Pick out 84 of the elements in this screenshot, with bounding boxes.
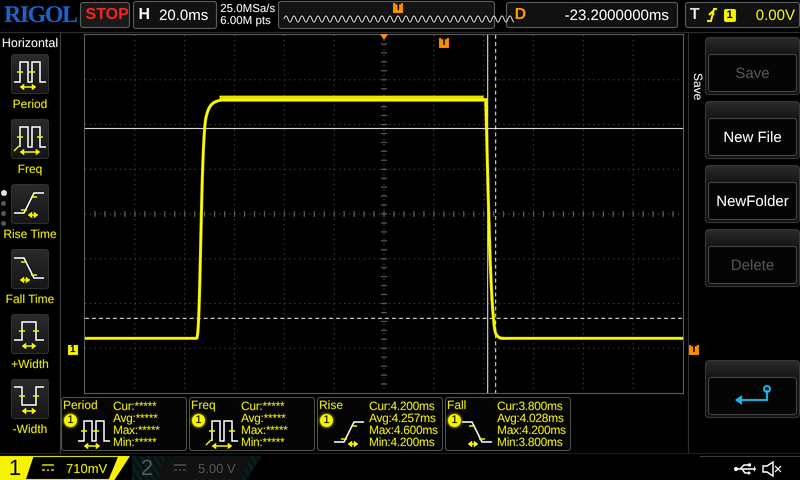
usb-icon: [734, 462, 756, 474]
measure-label: Rise Time: [3, 227, 57, 242]
measure-label: Period: [12, 97, 48, 112]
measure-button[interactable]: [11, 184, 49, 224]
return-arrow-icon: [732, 385, 772, 408]
stat-value: 4.200ms: [390, 436, 434, 448]
stat-value: *****: [262, 436, 284, 448]
stat-value: 4.600ms: [394, 424, 438, 436]
stat-value: *****: [134, 400, 156, 412]
measure-label: Freq: [18, 162, 42, 176]
measure-button[interactable]: [11, 54, 49, 94]
stat-label: Max:: [497, 424, 522, 436]
channel-scale: 710mV: [66, 460, 108, 476]
channel-marker: 1: [68, 345, 78, 356]
stat-label: Min:: [113, 436, 134, 448]
trigger-top-marker: T: [439, 38, 450, 48]
stat-value: 4.028ms: [520, 412, 564, 424]
softkey-button[interactable]: NewFolder: [708, 182, 797, 220]
measurement-name: Period: [63, 398, 99, 414]
stat-label: Min:: [497, 436, 518, 448]
stat-value: *****: [262, 400, 284, 412]
dc-coupling-icon: [42, 464, 54, 472]
channel-tab[interactable]: 1 710mV: [0, 456, 130, 480]
channel-tab[interactable]: 2 5.00 V: [132, 456, 262, 480]
trigger-position-marker: T: [393, 3, 404, 14]
menu-title: Save: [690, 73, 705, 101]
stat-value: 4.200ms: [522, 424, 566, 436]
speaker-muted-icon: [762, 460, 782, 476]
stat-value: 3.800ms: [518, 436, 562, 448]
delay-label: D: [514, 6, 528, 24]
stat-label: Min:: [369, 436, 390, 448]
trigger-position-icon: [380, 34, 388, 40]
measurement-name: Freq: [191, 398, 217, 414]
stat-label: Avg:: [241, 412, 264, 424]
trigger-level-marker: T: [688, 345, 699, 356]
stat-value: 4.257ms: [392, 412, 436, 424]
dc-coupling-icon: [174, 464, 186, 472]
stat-value: *****: [134, 436, 156, 448]
stat-label: Min:: [241, 436, 262, 448]
stat-label: Avg:: [369, 412, 392, 424]
stat-label: Cur:: [497, 400, 518, 412]
stat-label: Avg:: [113, 412, 136, 424]
measure-button[interactable]: [11, 314, 49, 354]
stat-value: 3.800ms: [518, 400, 562, 412]
stat-label: Max:: [241, 424, 266, 436]
channel-badge: 1: [192, 414, 205, 428]
memory-depth: 6.00M pts: [220, 15, 272, 28]
stat-label: Cur:: [241, 400, 262, 412]
return-button[interactable]: [708, 377, 797, 416]
stat-label: Avg:: [497, 412, 520, 424]
trigger-level: 0.00V: [756, 6, 795, 24]
stat-value: *****: [264, 412, 286, 424]
trigger-label: T: [690, 6, 700, 24]
measure-button[interactable]: [11, 379, 49, 420]
channel-number: 1: [8, 455, 22, 480]
run-status[interactable]: STOP: [80, 2, 130, 28]
menu-title: Horizontal: [2, 36, 58, 50]
measure-button[interactable]: [11, 249, 49, 290]
stat-label: Cur:: [113, 400, 134, 412]
stat-value: 4.200ms: [390, 400, 434, 412]
rising-edge-icon: [706, 7, 718, 24]
measure-label: +Width: [11, 357, 49, 372]
trigger-source-badge: 1: [724, 8, 736, 22]
stat-value: *****: [136, 412, 158, 424]
stat-value: *****: [266, 424, 288, 436]
stat-label: Max:: [113, 424, 138, 436]
channel-badge: 1: [448, 414, 461, 428]
measure-label: Fall Time: [6, 292, 54, 306]
timebase-value: 20.0ms: [159, 6, 208, 24]
measure-label: -Width: [12, 422, 48, 436]
channel-badge: 1: [64, 414, 77, 428]
measurement-name: Fall: [447, 398, 468, 414]
channel-scale: 5.00 V: [198, 460, 236, 476]
channel-number: 2: [140, 455, 154, 480]
measurement-name: Rise: [319, 398, 344, 414]
softkey-button[interactable]: New File: [708, 118, 797, 156]
stat-value: *****: [138, 424, 160, 436]
sample-rate: 25.0MSa/s: [220, 3, 276, 16]
stat-label: Cur:: [369, 400, 390, 412]
measure-button[interactable]: [11, 119, 49, 160]
channel-badge: 1: [320, 414, 333, 428]
stat-label: Max:: [369, 424, 394, 436]
brand-logo: RIGOL: [4, 2, 77, 29]
delay-value: -23.2000000ms: [564, 6, 669, 24]
